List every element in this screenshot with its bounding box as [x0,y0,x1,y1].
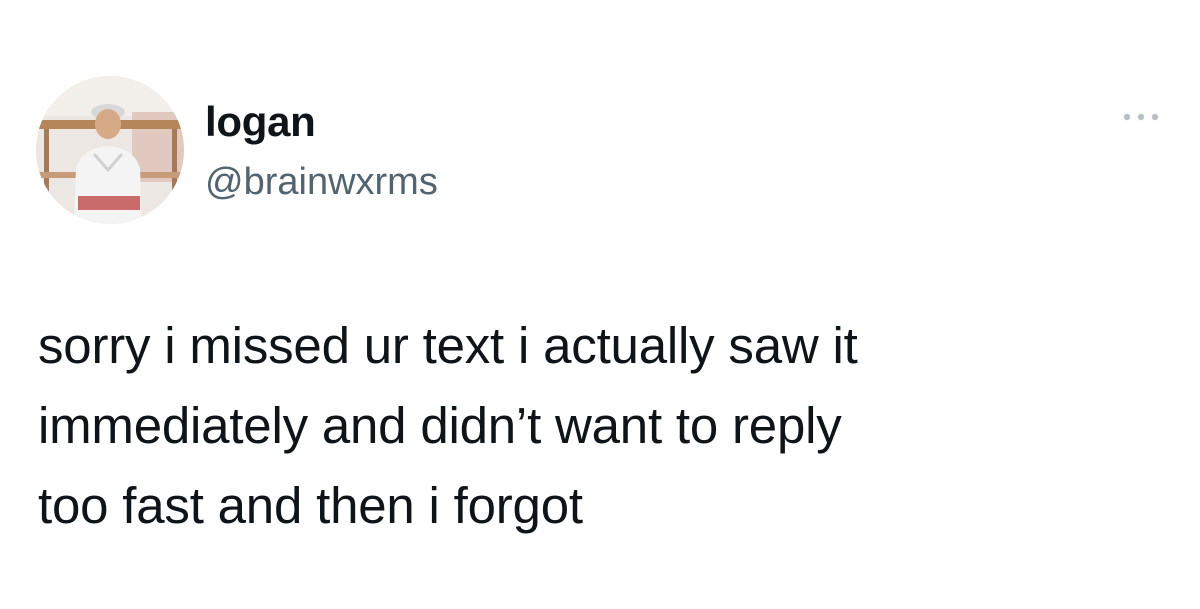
tweet-text: sorry i missed ur text i actually saw it… [38,317,858,534]
more-options-button[interactable] [1118,104,1164,130]
profile-photo-icon [36,76,184,224]
more-horizontal-icon [1123,113,1159,121]
avatar[interactable] [36,76,184,224]
tweet-card: logan @brainwxrms sorry i missed ur text… [0,0,1200,609]
author-display-name[interactable]: logan [205,96,316,148]
author-handle[interactable]: @brainwxrms [205,158,438,206]
